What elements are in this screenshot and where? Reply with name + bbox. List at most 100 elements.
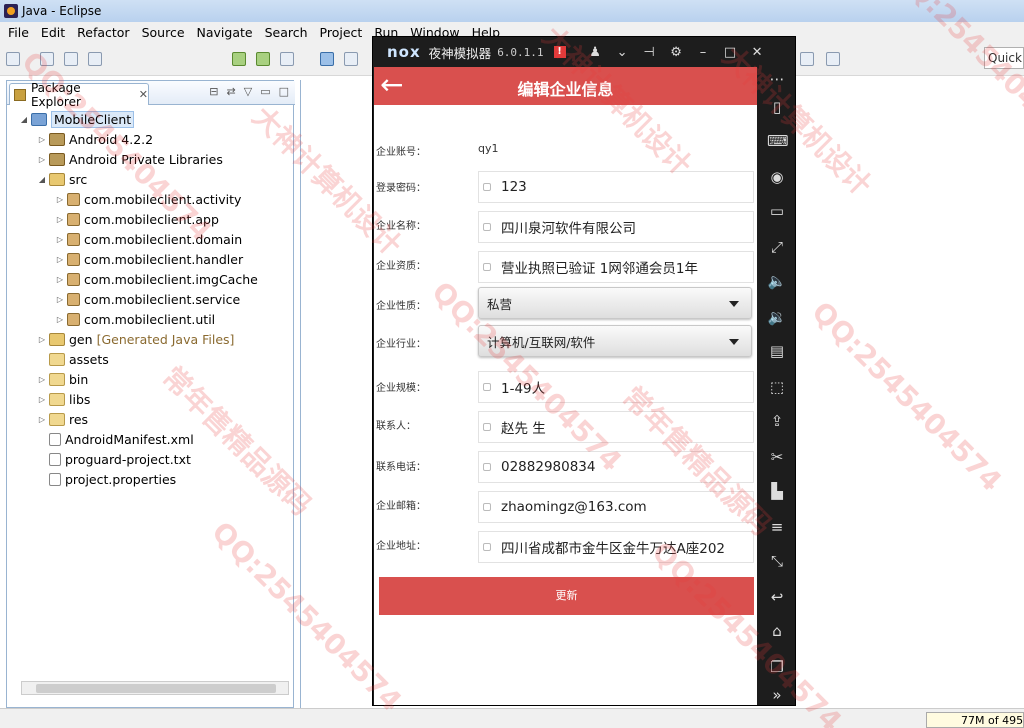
fullscreen-icon[interactable]: ⤢: [767, 237, 787, 257]
industry-select[interactable]: 计算机/互联网/软件: [478, 325, 752, 357]
new-icon[interactable]: [6, 52, 20, 66]
collapsed-arrow-icon[interactable]: ▷: [37, 135, 47, 144]
open-perspective-icon[interactable]: [826, 52, 840, 66]
screen-icon[interactable]: ▭: [767, 201, 787, 221]
recent-apps-icon[interactable]: ❐: [767, 657, 787, 677]
phone-input[interactable]: 02882980834: [478, 451, 754, 483]
android-home-icon[interactable]: ⌂: [767, 621, 787, 641]
more-dots-icon[interactable]: ⋯: [767, 69, 787, 89]
minimize-window-icon[interactable]: –: [690, 45, 717, 60]
collapsed-arrow-icon[interactable]: ▷: [55, 275, 65, 284]
menu-source[interactable]: Source: [136, 25, 191, 40]
collapsed-arrow-icon[interactable]: ▷: [55, 255, 65, 264]
tree-item[interactable]: ▷ com.mobileclient.handler: [7, 249, 293, 269]
tree-item[interactable]: AndroidManifest.xml: [7, 429, 293, 449]
skin-icon[interactable]: ♟: [582, 45, 609, 60]
address-input[interactable]: 四川省成都市金牛区金牛万达A座202: [478, 531, 754, 563]
alert-icon[interactable]: !: [553, 46, 566, 58]
menu-navigate[interactable]: Navigate: [191, 25, 259, 40]
heap-status[interactable]: 77M of 495: [926, 712, 1024, 728]
tree-item[interactable]: ▷ Android 4.2.2: [7, 129, 293, 149]
collapsed-arrow-icon[interactable]: ▷: [37, 415, 47, 424]
settings-icon[interactable]: ⚙: [663, 45, 690, 60]
android-back-icon[interactable]: ↩: [767, 587, 787, 607]
location-icon[interactable]: ◉: [767, 167, 787, 187]
tree-item[interactable]: ◢ MobileClient: [7, 109, 293, 129]
maximize-icon[interactable]: □: [279, 85, 289, 98]
android-sdk-icon[interactable]: [232, 52, 246, 66]
tree-item[interactable]: ▷ bin: [7, 369, 293, 389]
collapse-all-icon[interactable]: ⊟: [209, 85, 218, 98]
horizontal-scrollbar[interactable]: [21, 681, 289, 695]
save-icon[interactable]: [40, 52, 54, 66]
menu-search[interactable]: Search: [259, 25, 314, 40]
apk-install-icon[interactable]: ⇪: [767, 411, 787, 431]
volume-up-icon[interactable]: 🔈: [767, 271, 787, 291]
pin-icon[interactable]: ⊣: [636, 45, 663, 60]
menu-lines-icon[interactable]: ≡: [767, 517, 787, 537]
maximize-window-icon[interactable]: □: [717, 45, 744, 60]
qualification-input[interactable]: 营业执照已验证 1网邻通会员1年: [478, 251, 754, 283]
menu-refactor[interactable]: Refactor: [71, 25, 135, 40]
collapsed-arrow-icon[interactable]: ▷: [37, 155, 47, 164]
scale-input[interactable]: 1-49人: [478, 371, 754, 403]
contact-input[interactable]: 赵先 生: [478, 411, 754, 443]
email-input[interactable]: zhaomingz@163.com: [478, 491, 754, 523]
tree-item[interactable]: ▷ com.mobileclient.domain: [7, 229, 293, 249]
menu-file[interactable]: File: [2, 25, 35, 40]
tree-item[interactable]: assets: [7, 349, 293, 369]
link-with-editor-icon[interactable]: ⇄: [227, 85, 236, 98]
resize-icon[interactable]: ⤡: [767, 551, 787, 571]
new-java-project-icon[interactable]: [320, 52, 334, 66]
collapsed-arrow-icon[interactable]: ▷: [37, 375, 47, 384]
expanded-arrow-icon[interactable]: ◢: [19, 115, 29, 124]
tree-item[interactable]: ▷ com.mobileclient.util: [7, 309, 293, 329]
collapsed-arrow-icon[interactable]: ▷: [37, 335, 47, 344]
volume-down-icon[interactable]: 🔉: [767, 307, 787, 327]
nature-select[interactable]: 私营: [478, 287, 752, 319]
multi-window-icon[interactable]: ▙: [767, 481, 787, 501]
menu-project[interactable]: Project: [314, 25, 369, 40]
tree-item[interactable]: proguard-project.txt: [7, 449, 293, 469]
update-button[interactable]: 更新: [379, 577, 754, 615]
debug-icon[interactable]: [344, 52, 358, 66]
close-tab-icon[interactable]: ✕: [139, 88, 148, 101]
keyboard-icon[interactable]: ⌨: [767, 131, 789, 151]
tree-item[interactable]: ▷ com.mobileclient.service: [7, 289, 293, 309]
shake-icon[interactable]: ▯: [767, 97, 787, 117]
lint-icon[interactable]: [280, 52, 294, 66]
tree-item[interactable]: ▷ gen [Generated Java Files]: [7, 329, 293, 349]
tree-item[interactable]: ▷ Android Private Libraries: [7, 149, 293, 169]
view-menu-icon[interactable]: ▽: [244, 85, 252, 98]
collapsed-arrow-icon[interactable]: ▷: [55, 195, 65, 204]
collapsed-arrow-icon[interactable]: ▷: [55, 235, 65, 244]
scrollbar-thumb[interactable]: [36, 684, 276, 693]
collapsed-arrow-icon[interactable]: ▷: [55, 215, 65, 224]
screenshot-icon[interactable]: ⬚: [767, 377, 787, 397]
tree-item[interactable]: project.properties: [7, 469, 293, 489]
print-icon[interactable]: [88, 52, 102, 66]
minimize-icon[interactable]: ▭: [260, 85, 270, 98]
quick-access-input[interactable]: Quick A: [984, 47, 1024, 69]
tree-item[interactable]: ▷ com.mobileclient.imgCache: [7, 269, 293, 289]
toolbox-icon[interactable]: ▤: [767, 341, 787, 361]
save-all-icon[interactable]: [64, 52, 78, 66]
menu-edit[interactable]: Edit: [35, 25, 71, 40]
tree-item[interactable]: ◢ src: [7, 169, 293, 189]
scissors-icon[interactable]: ✂: [767, 447, 787, 467]
password-input[interactable]: 123: [478, 171, 754, 203]
tree-item[interactable]: ▷ com.mobileclient.activity: [7, 189, 293, 209]
dropdown-icon[interactable]: ⌄: [609, 45, 636, 60]
avd-manager-icon[interactable]: [256, 52, 270, 66]
company-name-input[interactable]: 四川泉河软件有限公司: [478, 211, 754, 243]
tree-item[interactable]: ▷ libs: [7, 389, 293, 409]
close-window-icon[interactable]: ✕: [744, 45, 771, 60]
expand-icon[interactable]: »: [767, 685, 787, 705]
forward-icon[interactable]: [800, 52, 814, 66]
collapsed-arrow-icon[interactable]: ▷: [55, 295, 65, 304]
package-explorer-tab[interactable]: Package Explorer ✕: [9, 81, 149, 109]
collapsed-arrow-icon[interactable]: ▷: [55, 315, 65, 324]
tree-item[interactable]: ▷ res: [7, 409, 293, 429]
expanded-arrow-icon[interactable]: ◢: [37, 175, 47, 184]
collapsed-arrow-icon[interactable]: ▷: [37, 395, 47, 404]
